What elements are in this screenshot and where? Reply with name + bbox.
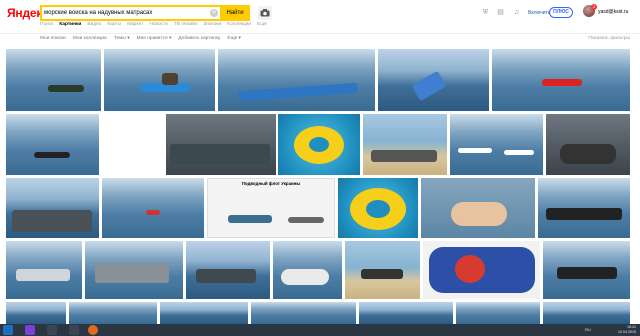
toolbar-add-image[interactable]: Добавить картинку (178, 36, 220, 41)
nav-item-images[interactable]: Картинки (59, 22, 81, 30)
nav-item-tv[interactable]: ТВ онлайн (174, 22, 198, 30)
toolbar-my-searches[interactable]: Мои поиски (40, 36, 66, 41)
image-result[interactable] (492, 49, 630, 111)
image-result[interactable] (538, 178, 630, 238)
app-icon[interactable] (69, 325, 79, 335)
browser-icon[interactable] (88, 325, 98, 335)
nav-item-more[interactable]: Ещё (257, 22, 267, 30)
os-taskbar: RU 18:41 10.04.2019 (0, 324, 640, 336)
toolbar-items: Мои поиски Мои коллекции Темы ▾ Мне нрав… (40, 36, 241, 41)
clock-date: 10.04.2019 (618, 330, 636, 334)
shield-icon[interactable]: ⛨ (481, 8, 490, 17)
image-results-grid: Подводный флот Украины (0, 46, 640, 324)
image-result[interactable] (338, 178, 418, 238)
image-result[interactable] (345, 241, 420, 299)
enable-link[interactable]: Включить (528, 10, 550, 16)
image-result[interactable] (166, 114, 276, 175)
image-result[interactable] (104, 49, 215, 111)
search-button[interactable]: Найти (220, 5, 250, 21)
image-result[interactable] (278, 114, 360, 175)
bookmark-icon[interactable]: ▤ (496, 8, 505, 17)
search-box: ✕ (40, 5, 248, 21)
image-result[interactable] (423, 241, 540, 299)
nav-item-experts[interactable]: Знатоки (203, 22, 221, 30)
toolbar-my-collections[interactable]: Мои коллекции (73, 36, 107, 41)
image-result[interactable] (543, 241, 630, 299)
toolbar-themes[interactable]: Темы ▾ (114, 36, 130, 41)
show-filters-link[interactable]: Показать фильтры (588, 36, 630, 41)
nav-item-maps[interactable]: Карты (107, 22, 121, 30)
start-icon[interactable] (3, 325, 13, 335)
image-result[interactable] (450, 114, 543, 175)
image-result[interactable] (6, 302, 66, 324)
language-indicator[interactable]: RU (585, 327, 591, 332)
image-search-button[interactable] (258, 6, 272, 20)
image-result[interactable] (273, 241, 342, 299)
image-result[interactable] (363, 114, 447, 175)
image-result[interactable] (546, 114, 630, 175)
bell-icon[interactable]: ♫ (512, 8, 521, 17)
toolbar-liked[interactable]: Мне нравится ▾ (137, 36, 172, 41)
search-input[interactable] (44, 7, 209, 19)
image-result[interactable] (186, 241, 270, 299)
plus-button[interactable]: ПЛЮС (549, 7, 573, 18)
image-result[interactable] (251, 302, 356, 324)
image-result[interactable] (543, 302, 630, 324)
images-toolbar: Мои поиски Мои коллекции Темы ▾ Мне нрав… (0, 33, 640, 45)
image-result[interactable] (6, 241, 82, 299)
image-result[interactable] (6, 49, 101, 111)
image-result[interactable] (6, 178, 99, 238)
nav-item-video[interactable]: Видео (87, 22, 101, 30)
app-icon[interactable] (25, 325, 35, 335)
nav-item-news[interactable]: Новости (149, 22, 168, 30)
image-result[interactable]: Подводный флот Украины (207, 178, 335, 238)
image-result[interactable] (102, 178, 204, 238)
image-caption: Подводный флот Украины (241, 181, 301, 186)
service-nav: Поиск Картинки Видео Карты Маркет Новост… (40, 22, 267, 30)
image-result[interactable] (218, 49, 375, 111)
toolbar-more[interactable]: Ещё ▾ (227, 36, 241, 41)
image-result[interactable] (359, 302, 453, 324)
nav-item-market[interactable]: Маркет (127, 22, 143, 30)
image-result[interactable] (85, 241, 183, 299)
nav-item-collections[interactable]: Коллекции (227, 22, 251, 30)
clear-search-icon[interactable]: ✕ (210, 9, 218, 17)
image-result[interactable] (69, 302, 157, 324)
nav-item-search[interactable]: Поиск (40, 22, 53, 30)
app-icon[interactable] (47, 325, 57, 335)
header: Яндекс ✕ Найти Поиск Картинки Видео Карт… (0, 0, 640, 33)
image-result[interactable] (160, 302, 248, 324)
user-email[interactable]: yasd@ksst.ru (598, 9, 628, 15)
image-result[interactable] (378, 49, 489, 111)
notification-badge: 2 (591, 4, 597, 10)
clock[interactable]: 18:41 10.04.2019 (618, 325, 636, 335)
image-result[interactable] (6, 114, 99, 175)
browser-page: Яндекс ✕ Найти Поиск Картинки Видео Карт… (0, 0, 640, 336)
image-result[interactable] (421, 178, 535, 238)
image-result[interactable] (456, 302, 540, 324)
camera-icon (260, 9, 270, 17)
